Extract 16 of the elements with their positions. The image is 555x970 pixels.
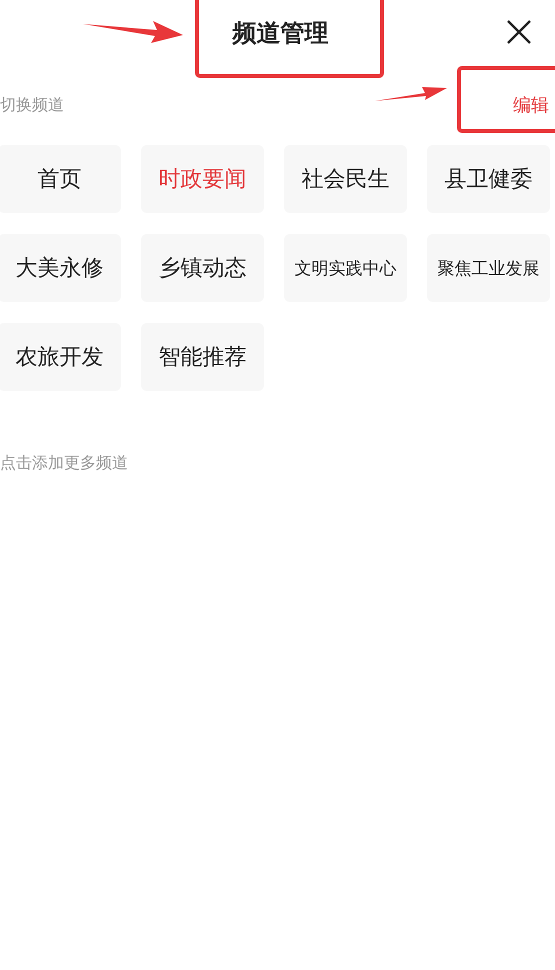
add-channels-hint: 点击添加更多频道 [0,453,129,474]
channel-tile[interactable]: 聚焦工业发展 [427,234,550,302]
channel-tile[interactable]: 大美永修 [0,234,121,302]
channel-tile[interactable]: 时政要闻 [141,145,264,213]
arrow-annotation [375,84,447,102]
channel-tile[interactable]: 农旅开发 [0,323,121,391]
channel-tile[interactable]: 县卫健委 [427,145,550,213]
edit-button[interactable]: 编辑 [513,93,555,117]
section-label: 切换频道 [0,94,64,116]
channel-tile[interactable]: 社会民生 [284,145,407,213]
channel-tile[interactable]: 首页 [0,145,121,213]
page-title: 频道管理 [232,18,328,49]
close-icon[interactable] [507,20,531,44]
channel-tile[interactable]: 乡镇动态 [141,234,264,302]
channel-tile[interactable]: 智能推荐 [141,323,264,391]
channel-tile[interactable]: 文明实践中心 [284,234,407,302]
